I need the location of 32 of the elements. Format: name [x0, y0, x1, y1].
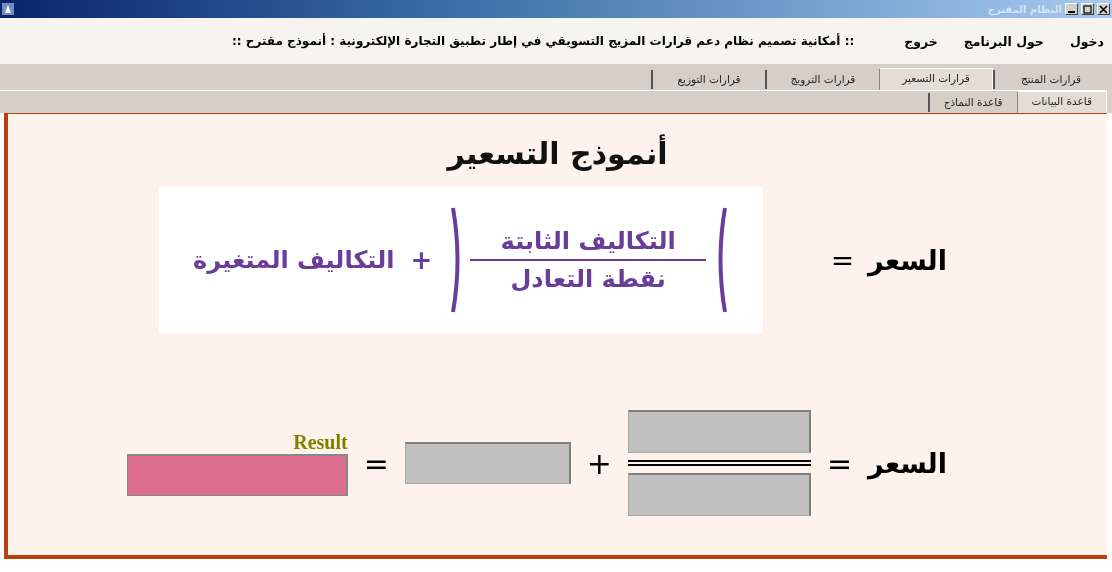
close-button[interactable] [1097, 3, 1110, 15]
model-heading: أنموذج التسعير [445, 136, 669, 171]
result-label: Result [293, 430, 348, 454]
window-title: النظام المقترح [987, 3, 1062, 15]
equals-sign: = [830, 243, 855, 277]
menu-item[interactable]: خروج [904, 33, 938, 49]
app-icon [2, 3, 14, 15]
tab[interactable]: قرارات الترويج [765, 70, 879, 89]
close-icon [1099, 4, 1108, 14]
menu-item[interactable]: دخول [1069, 33, 1104, 49]
input-field[interactable] [404, 442, 571, 484]
price-label: السعر [868, 244, 947, 276]
addend-text: التكاليف المتغيرة [193, 246, 395, 274]
plus-sign: + [410, 245, 433, 275]
numerator-text: التكاليف الثابتة [500, 227, 676, 255]
minimize-icon [1068, 10, 1075, 13]
maximize-icon [1083, 4, 1092, 14]
plus-sign: + [586, 445, 612, 481]
tab[interactable]: قاعدة البيانات [1016, 91, 1107, 113]
input-field[interactable] [627, 410, 811, 453]
price-label: السعر [868, 447, 947, 479]
equals-sign: = [363, 445, 389, 481]
input-field[interactable] [627, 473, 811, 516]
maximize-button[interactable] [1081, 3, 1094, 15]
banner-text: :: أمكانية تصميم نظام دعم قرارات المزيج التسويقي في إطار تطبيق التجارة الإلكترونية : أنموذج مقترح :: [232, 34, 855, 48]
tab[interactable]: قرارات التسعير [879, 68, 993, 90]
equals-sign: = [826, 445, 853, 481]
menu-item[interactable]: حول البرنامج [963, 33, 1044, 49]
denominator-text: نقطة التعادل [510, 265, 666, 293]
tab[interactable]: قرارات التوزيع [651, 70, 765, 89]
minimize-button[interactable] [1065, 3, 1078, 15]
result-field[interactable] [126, 453, 348, 496]
